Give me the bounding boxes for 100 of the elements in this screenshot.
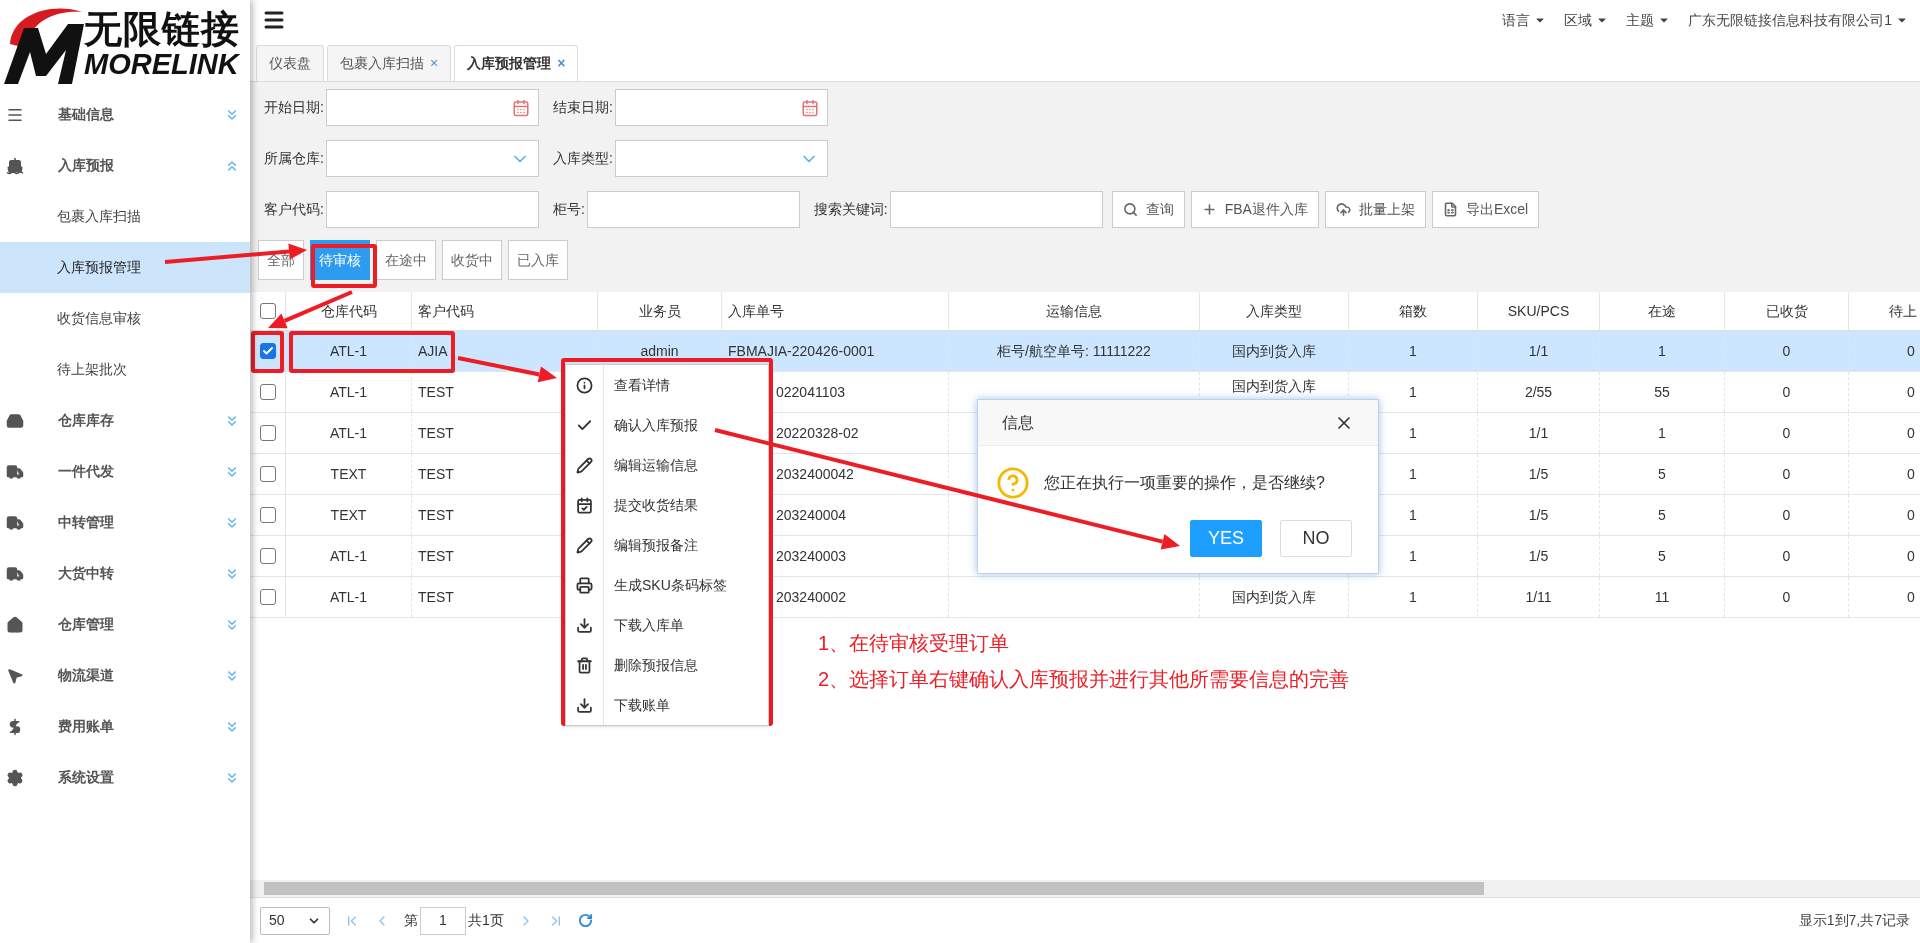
menu-item[interactable]: 编辑预报备注 bbox=[566, 525, 768, 565]
page-size-select[interactable]: 50 bbox=[260, 906, 330, 935]
page-total: 共1页 bbox=[468, 911, 504, 930]
tab[interactable]: 入库预报管理 × bbox=[454, 45, 579, 81]
highlight-frame bbox=[311, 244, 377, 288]
menu-item[interactable]: 提交收货结果 bbox=[566, 485, 768, 525]
checkbox[interactable] bbox=[259, 589, 276, 605]
field-label: 开始日期: bbox=[264, 98, 324, 117]
action-button[interactable]: FBA退件入库 bbox=[1190, 191, 1319, 228]
column-header[interactable]: 箱数 bbox=[1399, 300, 1427, 322]
checkbox[interactable] bbox=[259, 548, 276, 564]
sidebar-subitem[interactable]: 入库预报管理 bbox=[0, 242, 250, 293]
horizontal-scrollbar[interactable] bbox=[250, 880, 1920, 897]
input-field[interactable] bbox=[889, 191, 1103, 228]
table-row[interactable]: ATL-1 AJIA admin FBMAJIA-220426-0001 柜号/航空单号: 11111222 国内到货入库 1 1/1 1 0 0 bbox=[250, 331, 1920, 372]
question-icon bbox=[996, 466, 1030, 500]
truck-icon bbox=[6, 564, 24, 583]
sidebar-subitem[interactable]: 待上架批次 bbox=[0, 344, 250, 395]
select-field[interactable] bbox=[614, 140, 828, 177]
table-cell-text: 203240004 bbox=[776, 505, 847, 525]
ship-icon bbox=[6, 156, 24, 175]
table-cell-text: 1/11 bbox=[1525, 587, 1552, 607]
menu-item[interactable]: 下载账单 bbox=[566, 685, 768, 725]
dialog-message: 您正在执行一项重要的操作，是否继续? bbox=[1044, 473, 1325, 493]
inbox-icon bbox=[6, 411, 24, 430]
refresh-icon[interactable] bbox=[577, 913, 593, 928]
checkbox[interactable] bbox=[259, 466, 276, 482]
column-header[interactable]: 待上 bbox=[1889, 300, 1917, 322]
tab[interactable]: 包裹入库扫描 × bbox=[327, 45, 452, 81]
action-button[interactable]: 导出Excel bbox=[1431, 191, 1540, 228]
date-field[interactable] bbox=[614, 89, 828, 126]
sidebar-item[interactable]: 一件代发 bbox=[0, 446, 250, 497]
status-tab[interactable]: 收货中 bbox=[442, 240, 502, 280]
table-cell-text: 1 bbox=[1658, 423, 1666, 443]
check-icon bbox=[261, 345, 274, 357]
table-cell-text: TEST bbox=[418, 423, 454, 443]
column-header[interactable]: 已收货 bbox=[1765, 300, 1808, 322]
house-icon bbox=[6, 615, 24, 634]
column-header[interactable]: 在途 bbox=[1648, 300, 1676, 322]
input-field[interactable] bbox=[325, 191, 539, 228]
checkbox[interactable] bbox=[259, 384, 276, 400]
plus-icon bbox=[1201, 202, 1217, 217]
top-menu[interactable]: 区域 bbox=[1564, 9, 1609, 31]
table-cell-text: 1 bbox=[1409, 587, 1417, 607]
logo-subtitle: MORELINK bbox=[84, 50, 240, 79]
action-button[interactable]: 查询 bbox=[1111, 191, 1185, 228]
column-header[interactable]: 业务员 bbox=[638, 300, 681, 322]
record-summary: 显示1到7,共7记录 bbox=[1798, 911, 1910, 930]
select-field[interactable] bbox=[325, 140, 539, 177]
field-label: 搜索关键词: bbox=[813, 200, 888, 219]
top-menu[interactable]: 广东无限链接信息科技有限公司1 bbox=[1688, 9, 1908, 31]
table-cell-text: 国内到货入库 bbox=[1232, 376, 1316, 396]
annotation-note: 1、在待审核受理订单 bbox=[818, 631, 1011, 656]
sidebar-subitem[interactable]: 包裹入库扫描 bbox=[0, 191, 250, 242]
sidebar-item[interactable]: 仓库管理 bbox=[0, 599, 250, 650]
checkbox[interactable] bbox=[259, 303, 276, 319]
sidebar-item[interactable]: 入库预报 bbox=[0, 140, 250, 191]
top-menu[interactable]: 主题 bbox=[1626, 9, 1671, 31]
table-cell-text: 1 bbox=[1409, 464, 1417, 484]
sidebar-item[interactable]: 费用账单 bbox=[0, 701, 250, 752]
scrollbar-thumb[interactable] bbox=[264, 882, 1484, 895]
page-field[interactable]: 1 bbox=[420, 906, 466, 935]
action-button[interactable]: 批量上架 bbox=[1324, 191, 1426, 228]
date-field[interactable] bbox=[325, 89, 539, 126]
sidebar-item[interactable]: 大货中转 bbox=[0, 548, 250, 599]
table-cell-text: ATL-1 bbox=[329, 587, 368, 607]
cancel-button[interactable]: NO bbox=[1280, 520, 1352, 557]
checkbox[interactable] bbox=[259, 343, 276, 359]
table-cell-text: ATL-1 bbox=[329, 341, 368, 361]
dialog-title: 信息 bbox=[1002, 412, 1035, 433]
column-header[interactable]: 运输信息 bbox=[1046, 300, 1102, 322]
tab[interactable]: 仪表盘 bbox=[256, 45, 324, 81]
column-header[interactable]: 入库类型 bbox=[1246, 300, 1302, 322]
checkbox[interactable] bbox=[259, 507, 276, 523]
status-tab[interactable]: 已入库 bbox=[508, 240, 568, 280]
table-cell-text: 1/1 bbox=[1528, 423, 1549, 443]
table-cell-text: 1/5 bbox=[1528, 505, 1549, 525]
status-tab[interactable]: 在途中 bbox=[376, 240, 436, 280]
top-menu[interactable]: 语言 bbox=[1502, 9, 1547, 31]
table-cell-text: ATL-1 bbox=[329, 546, 368, 566]
menu-item[interactable]: 编辑运输信息 bbox=[566, 445, 768, 485]
sidebar-item[interactable]: 基础信息 bbox=[0, 89, 250, 140]
input-field[interactable] bbox=[586, 191, 800, 228]
sidebar-item[interactable]: 仓库库存 bbox=[0, 395, 250, 446]
table-cell-text: 柜号/航空单号: 11111222 bbox=[997, 341, 1151, 361]
sidebar-subitem[interactable]: 收货信息审核 bbox=[0, 293, 250, 344]
checkbox[interactable] bbox=[259, 425, 276, 441]
table-cell-text: 55 bbox=[1654, 382, 1670, 402]
sidebar-item[interactable]: 物流渠道 bbox=[0, 650, 250, 701]
column-header[interactable]: 仓库代码 bbox=[320, 300, 377, 322]
table-cell-text: 1 bbox=[1409, 341, 1417, 361]
settings-icon bbox=[6, 768, 24, 787]
column-header[interactable]: 入库单号 bbox=[728, 300, 784, 322]
column-header[interactable]: 客户代码 bbox=[418, 300, 474, 322]
menu-item[interactable]: 删除预报信息 bbox=[566, 645, 768, 685]
sidebar-item[interactable]: 中转管理 bbox=[0, 497, 250, 548]
sidebar-item[interactable]: 系统设置 bbox=[0, 752, 250, 803]
table-cell-text: 5 bbox=[1658, 546, 1666, 566]
column-header[interactable]: SKU/PCS bbox=[1507, 300, 1570, 322]
trash-icon bbox=[576, 656, 593, 674]
